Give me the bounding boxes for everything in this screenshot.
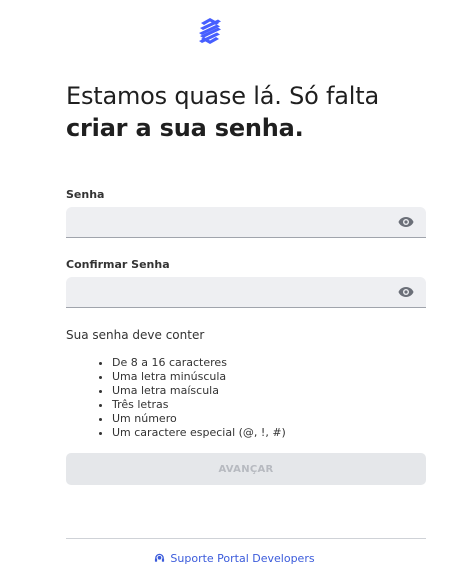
requirements-list: De 8 a 16 caracteres Uma letra minúscula… bbox=[96, 356, 286, 440]
support-link[interactable]: Suporte Portal Developers bbox=[154, 552, 315, 565]
confirm-password-input[interactable] bbox=[66, 277, 406, 307]
page-heading: Estamos quase lá. Só falta criar a sua s… bbox=[66, 80, 446, 144]
footer: Suporte Portal Developers bbox=[0, 552, 469, 567]
footer-divider bbox=[66, 538, 426, 539]
password-label: Senha bbox=[66, 188, 105, 201]
password-input[interactable] bbox=[66, 207, 406, 237]
heading-line-1: Estamos quase lá. Só falta bbox=[66, 82, 379, 110]
requirement-item: Uma letra maíscula bbox=[112, 384, 286, 398]
heading-line-2: criar a sua senha. bbox=[66, 114, 304, 142]
requirement-item: Um caractere especial (@, !, #) bbox=[112, 426, 286, 440]
requirements-title: Sua senha deve conter bbox=[66, 328, 205, 342]
requirement-item: Três letras bbox=[112, 398, 286, 412]
requirement-item: Um número bbox=[112, 412, 286, 426]
banco-do-brasil-logo-icon bbox=[199, 18, 221, 44]
requirement-item: Uma letra minúscula bbox=[112, 370, 286, 384]
confirm-password-label: Confirmar Senha bbox=[66, 258, 170, 271]
requirement-item: De 8 a 16 caracteres bbox=[112, 356, 286, 370]
eye-icon[interactable] bbox=[398, 216, 414, 228]
support-link-label: Suporte Portal Developers bbox=[170, 552, 315, 565]
confirm-password-field-container bbox=[66, 277, 426, 308]
headset-icon bbox=[155, 553, 165, 562]
password-field-container bbox=[66, 207, 426, 238]
advance-button[interactable]: AVANÇAR bbox=[66, 453, 426, 485]
eye-icon[interactable] bbox=[398, 286, 414, 298]
